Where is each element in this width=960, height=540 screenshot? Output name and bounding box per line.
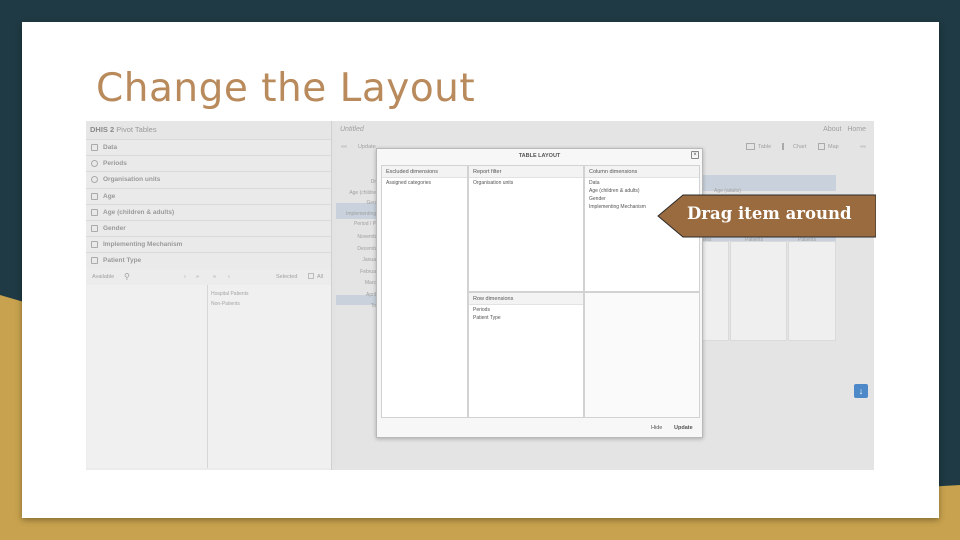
accordion-label: Organisation units bbox=[103, 176, 161, 184]
data-icon bbox=[91, 144, 98, 152]
dimension-icon bbox=[91, 208, 98, 216]
dimension-icon bbox=[91, 241, 98, 249]
accordion-periods[interactable]: Periods bbox=[86, 155, 331, 172]
selected-list[interactable]: Hospital Patients Non-Patients bbox=[211, 289, 249, 309]
selector-toolbar: Available ⚲ › » « ‹ Selected All bbox=[86, 271, 332, 283]
table-icon bbox=[746, 143, 755, 150]
row-label: Novemb bbox=[357, 234, 376, 240]
dimension-item[interactable]: Periods bbox=[469, 306, 583, 314]
chart-button[interactable]: Chart bbox=[793, 144, 806, 150]
collapse-left-icon[interactable]: «« bbox=[341, 144, 347, 150]
dialog-footer: Hide Update bbox=[377, 420, 702, 437]
main-header: Untitled About Home bbox=[336, 121, 874, 139]
empty-pane bbox=[584, 292, 700, 418]
all-label: All bbox=[317, 274, 324, 280]
dimension-item[interactable]: Patient Type bbox=[469, 314, 583, 322]
brand: DHIS 2 bbox=[90, 125, 115, 134]
row-label: Marc bbox=[364, 280, 376, 286]
callout-text: Drag item around bbox=[687, 204, 852, 223]
hide-button[interactable]: Hide bbox=[651, 425, 662, 431]
accordion-patient-type[interactable]: Patient Type bbox=[86, 252, 331, 269]
data-column bbox=[788, 241, 836, 341]
select-all-button[interactable]: » bbox=[196, 274, 199, 280]
chart-icon bbox=[782, 143, 790, 150]
accordion-label: Implementing Mechanism bbox=[103, 241, 183, 249]
available-list[interactable] bbox=[87, 285, 208, 468]
dimension-icon bbox=[91, 192, 98, 200]
close-icon[interactable]: × bbox=[691, 151, 699, 159]
row-header-label: Age (childre bbox=[349, 189, 376, 196]
row-label: Janua bbox=[362, 257, 376, 263]
clock-icon bbox=[91, 160, 98, 168]
accordion-label: Periods bbox=[103, 160, 127, 168]
table-layout-dialog: TABLE LAYOUT × Excluded dimensions Assig… bbox=[376, 148, 703, 438]
dimension-item[interactable]: Data bbox=[585, 179, 699, 187]
row-label: Februa bbox=[360, 268, 376, 275]
accordion-label: Gender bbox=[103, 225, 126, 233]
row-label: April bbox=[365, 291, 376, 298]
row-header-label: Gen bbox=[366, 200, 376, 206]
update-button[interactable]: Update bbox=[674, 425, 693, 431]
accordion-age[interactable]: Age bbox=[86, 187, 331, 204]
deselect-all-button[interactable]: « bbox=[213, 274, 216, 280]
accordion-organisation-units[interactable]: Organisation units bbox=[86, 171, 331, 188]
list-item[interactable]: Hospital Patients bbox=[211, 289, 249, 299]
update-button[interactable]: Update bbox=[358, 144, 376, 150]
pane-header: Row dimensions bbox=[469, 293, 583, 305]
dimension-icon bbox=[91, 225, 98, 233]
excluded-dimensions-pane[interactable]: Excluded dimensions Assigned categories bbox=[381, 165, 468, 418]
data-column bbox=[730, 241, 787, 341]
slide-title: Change the Layout bbox=[96, 66, 476, 111]
accordion-label: Data bbox=[103, 144, 118, 152]
selected-label: Selected bbox=[276, 274, 298, 280]
row-header-label: Implementing bbox=[345, 210, 376, 217]
dimension-icon bbox=[91, 257, 98, 265]
left-panel: DHIS 2 Pivot Tables Data Periods Organis… bbox=[86, 121, 332, 470]
search-icon[interactable]: ⚲ bbox=[124, 272, 130, 281]
home-link[interactable]: Home bbox=[847, 126, 866, 133]
app-title: DHIS 2 Pivot Tables bbox=[86, 121, 331, 139]
dialog-title: TABLE LAYOUT bbox=[518, 153, 561, 159]
row-header-label: Dr bbox=[370, 179, 376, 185]
table-button[interactable]: Table bbox=[758, 144, 771, 150]
data-column bbox=[701, 241, 729, 341]
report-filter-pane[interactable]: Report filter Organisation units bbox=[468, 165, 584, 292]
org-unit-icon bbox=[91, 176, 98, 184]
about-link[interactable]: About bbox=[823, 126, 841, 133]
app-name: Pivot Tables bbox=[116, 125, 157, 134]
selector-lists: Hospital Patients Non-Patients bbox=[87, 285, 331, 468]
accordion-implementing-mechanism[interactable]: Implementing Mechanism bbox=[86, 236, 331, 253]
accordion-label: Patient Type bbox=[103, 257, 142, 265]
list-item[interactable]: Non-Patients bbox=[211, 299, 249, 309]
map-icon bbox=[818, 143, 825, 150]
accordion-label: Age (children & adults) bbox=[103, 208, 175, 216]
app-screenshot: DHIS 2 Pivot Tables Data Periods Organis… bbox=[86, 121, 874, 470]
dimension-item[interactable]: Organisation units bbox=[469, 179, 583, 187]
map-button[interactable]: Map bbox=[828, 144, 839, 150]
pane-header: Excluded dimensions bbox=[382, 166, 467, 178]
drag-callout: Drag item around bbox=[657, 194, 876, 238]
accordion-label: Age bbox=[103, 192, 116, 200]
row-labels: Novemb Decemb Janua Februa Marc April To bbox=[336, 232, 376, 313]
deselect-one-button[interactable]: ‹ bbox=[228, 274, 230, 280]
accordion-data[interactable]: Data bbox=[86, 139, 331, 156]
download-icon[interactable]: ↓ bbox=[854, 384, 868, 398]
accordion-age-children-adults[interactable]: Age (children & adults) bbox=[86, 203, 331, 220]
favorite-title: Untitled bbox=[340, 126, 364, 133]
available-label: Available bbox=[92, 274, 115, 280]
row-label: Decemb bbox=[357, 245, 376, 252]
row-label: To bbox=[370, 303, 376, 309]
select-one-button[interactable]: › bbox=[184, 274, 186, 280]
row-header-labels: Dr Age (childre Gen Implementing Period … bbox=[336, 177, 376, 230]
pane-header: Report filter bbox=[469, 166, 583, 178]
collapse-right-icon[interactable]: «« bbox=[860, 144, 866, 150]
row-header-label: Period / P bbox=[354, 221, 376, 227]
dimension-item[interactable]: Assigned categories bbox=[382, 179, 467, 187]
pane-header: Column dimensions bbox=[585, 166, 699, 178]
accordion-gender[interactable]: Gender bbox=[86, 219, 331, 237]
row-dimensions-pane[interactable]: Row dimensions Periods Patient Type bbox=[468, 292, 584, 418]
all-checkbox[interactable] bbox=[308, 273, 314, 279]
